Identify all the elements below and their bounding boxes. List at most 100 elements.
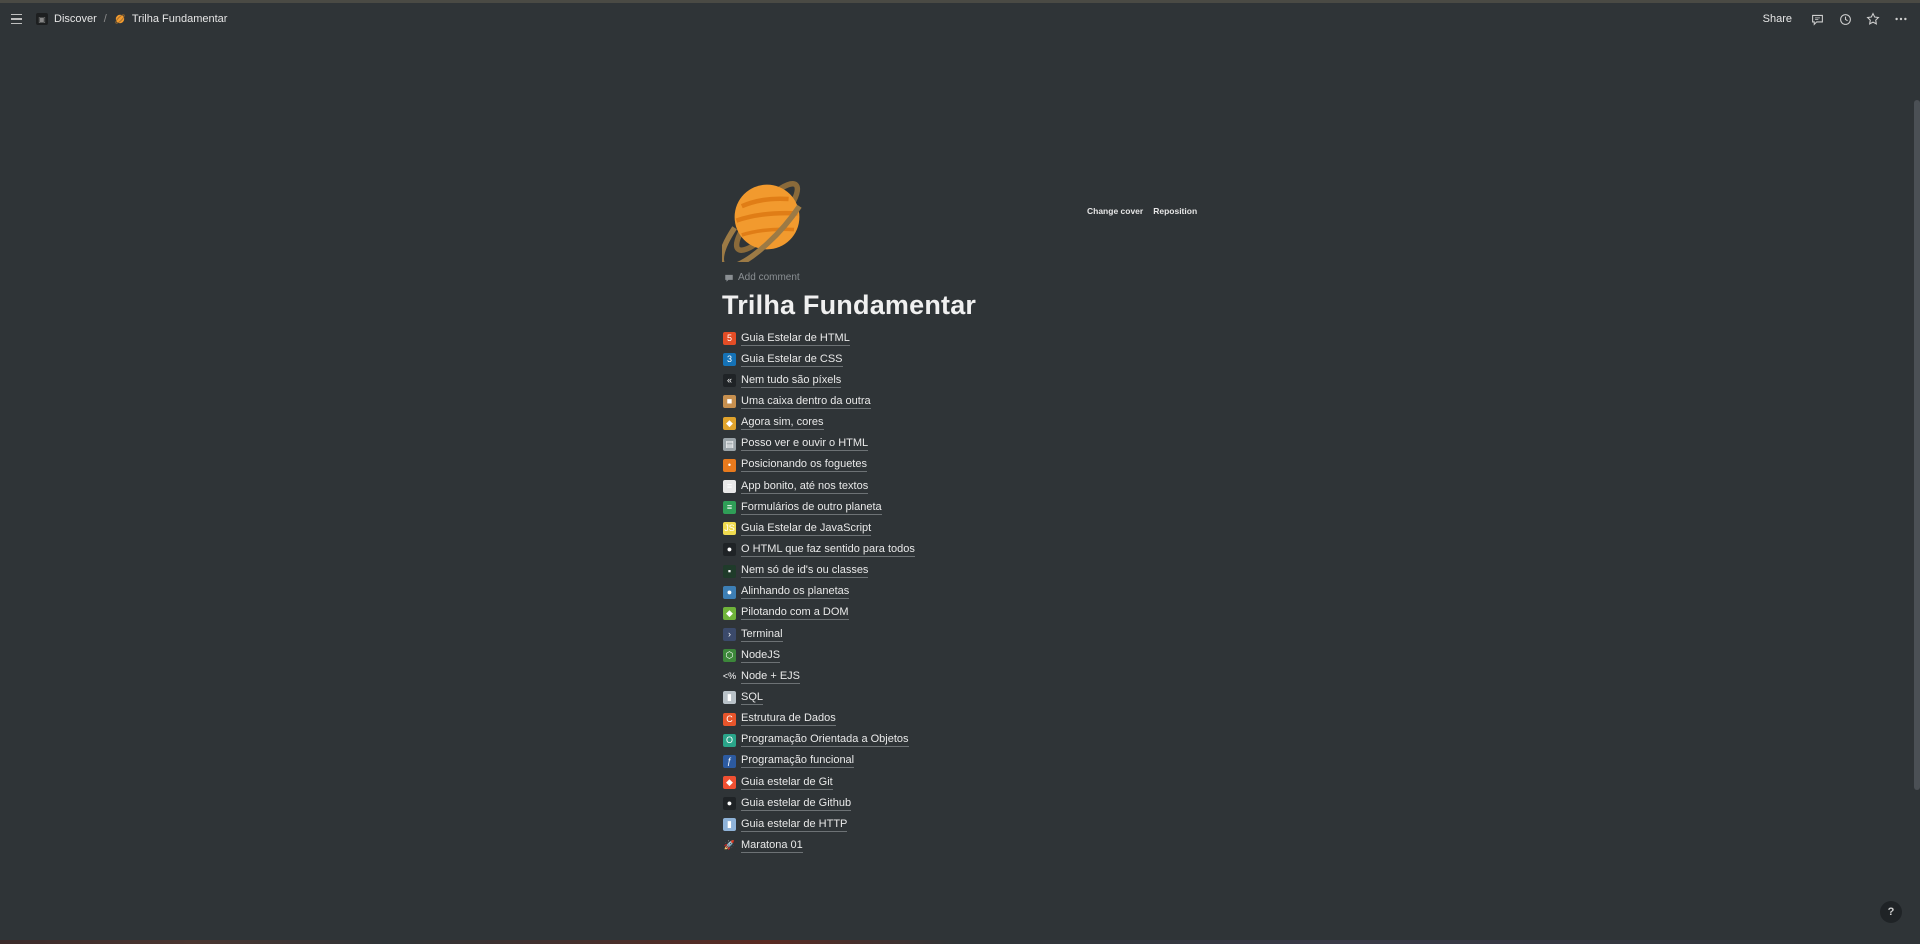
page-link-label: Estrutura de Dados	[741, 712, 836, 727]
page-link-label: Terminal	[741, 627, 783, 642]
page-link-label: Guia estelar de Github	[741, 796, 852, 811]
ejs-icon: <%	[722, 670, 737, 684]
functional-icon: ƒ	[723, 754, 736, 768]
page-link-item[interactable]: ▮ Guia estelar de HTTP	[723, 814, 915, 835]
terminal-green-icon: ▪	[723, 564, 736, 578]
cube-icon: ◆	[723, 606, 736, 620]
page-link-label: Programação Orientada a Objetos	[741, 733, 909, 748]
page-link-item[interactable]: 5 Guia Estelar de HTML	[723, 328, 915, 349]
breadcrumb-item-discover[interactable]: ▣ Discover	[30, 10, 103, 28]
page-link-label: Guia Estelar de HTML	[741, 331, 850, 346]
html5-icon: 5	[723, 332, 736, 346]
github-icon: ●	[723, 797, 736, 811]
box-icon: ■	[723, 395, 736, 409]
comment-icon	[725, 274, 733, 282]
page-link-item[interactable]: ≡ Formulários de outro planeta	[723, 497, 915, 518]
css3-icon: 3	[723, 353, 736, 367]
workspace-icon: ▣	[36, 13, 48, 25]
page-link-item[interactable]: ◆ Guia estelar de Git	[723, 772, 915, 793]
page-link-label: Pilotando com a DOM	[741, 606, 849, 621]
javascript-icon: JS	[723, 522, 736, 536]
page-link-item[interactable]: ◆ Agora sim, cores	[723, 413, 915, 434]
share-button[interactable]: Share	[1757, 10, 1798, 28]
page-link-label: Agora sim, cores	[741, 416, 824, 431]
breadcrumb-separator: /	[103, 13, 107, 25]
page-link-item[interactable]: ● Alinhando os planetas	[723, 582, 915, 603]
page-link-item[interactable]: ▮ SQL	[723, 687, 915, 708]
page-link-item[interactable]: ≡ App bonito, até nos textos	[723, 476, 915, 497]
page-link-label: Uma caixa dentro da outra	[741, 394, 871, 409]
page-link-item[interactable]: « Nem tudo são píxels	[723, 370, 915, 391]
page-link-label: Nem tudo são píxels	[741, 373, 842, 388]
ringed-planet-icon[interactable]	[722, 172, 812, 262]
top-bar: ▣ Discover / Trilha Fundamentar Share	[0, 3, 1920, 35]
reposition-button[interactable]: Reposition	[1149, 202, 1202, 220]
page-link-item[interactable]: ◆ Pilotando com a DOM	[723, 603, 915, 624]
page-link-label: Node + EJS	[741, 669, 801, 684]
nodejs-icon: ⬡	[723, 649, 736, 663]
change-cover-button[interactable]: Change cover	[1083, 202, 1148, 220]
breadcrumb-label: Discover	[54, 13, 97, 25]
topbar-actions: Share	[1757, 3, 1910, 35]
page-link-label: Guia Estelar de CSS	[741, 352, 843, 367]
oop-icon: O	[723, 733, 736, 747]
page-link-item[interactable]: 🚀 Maratona 01	[723, 835, 915, 856]
media-icon: ▤	[723, 437, 736, 451]
page-link-item[interactable]: ⬡ NodeJS	[723, 645, 915, 666]
page-link-item[interactable]: › Terminal	[723, 624, 915, 645]
page-link-item[interactable]: ▪ Nem só de id's ou classes	[723, 561, 915, 582]
page-link-label: Guia estelar de HTTP	[741, 817, 848, 832]
planet-icon: ●	[723, 585, 736, 599]
page-link-label: Maratona 01	[741, 838, 803, 853]
updates-clock-icon[interactable]	[1836, 10, 1854, 28]
page-link-item[interactable]: <% Node + EJS	[723, 666, 915, 687]
page-link-label: Nem só de id's ou classes	[741, 564, 869, 579]
page-link-item[interactable]: ● O HTML que faz sentido para todos	[723, 539, 915, 560]
page-link-item[interactable]: O Programação Orientada a Objetos	[723, 730, 915, 751]
page-link-item[interactable]: 3 Guia Estelar de CSS	[723, 349, 915, 370]
cover-controls: Change cover Reposition	[1083, 202, 1202, 220]
favorite-star-icon[interactable]	[1864, 10, 1882, 28]
database-icon: ▮	[723, 691, 736, 705]
scrollbar[interactable]	[1914, 100, 1920, 790]
breadcrumb: ▣ Discover / Trilha Fundamentar	[30, 10, 233, 28]
chevrons-left-icon: «	[723, 374, 736, 388]
taskbar-edge	[0, 940, 1920, 944]
page-link-label: Formulários de outro planeta	[741, 500, 882, 515]
page-link-label: Guia estelar de Git	[741, 775, 833, 790]
page-link-label: App bonito, até nos textos	[741, 479, 869, 494]
page-link-label: Guia Estelar de JavaScript	[741, 521, 872, 536]
page-link-item[interactable]: • Posicionando os foguetes	[723, 455, 915, 476]
add-comment-label: Add comment	[738, 272, 800, 283]
sidebar-toggle-menu-icon[interactable]	[8, 10, 26, 28]
add-comment-button[interactable]: Add comment	[724, 272, 800, 283]
page-link-item[interactable]: C Estrutura de Dados	[723, 709, 915, 730]
breadcrumb-item-current-page[interactable]: Trilha Fundamentar	[108, 10, 234, 28]
git-icon: ◆	[723, 776, 736, 790]
http-icon: ▮	[723, 818, 736, 832]
page-link-label: Programação funcional	[741, 754, 855, 769]
comments-icon[interactable]	[1808, 10, 1826, 28]
page-link-item[interactable]: ■ Uma caixa dentro da outra	[723, 391, 915, 412]
page-link-list: 5 Guia Estelar de HTML 3 Guia Estelar de CS…	[723, 328, 915, 857]
help-button[interactable]: ?	[1880, 901, 1902, 923]
more-dots-icon[interactable]	[1892, 10, 1910, 28]
page-link-item[interactable]: ● Guia estelar de Github	[723, 793, 915, 814]
page-link-item[interactable]: ƒ Programação funcional	[723, 751, 915, 772]
page-link-label: Posso ver e ouvir o HTML	[741, 437, 869, 452]
page-link-item[interactable]: JS Guia Estelar de JavaScript	[723, 518, 915, 539]
form-icon: ≡	[723, 501, 736, 515]
terminal-icon: ›	[723, 628, 736, 642]
page-link-label: SQL	[741, 690, 764, 705]
rocket-icon: 🚀	[723, 839, 736, 853]
page-link-item[interactable]: ▤ Posso ver e ouvir o HTML	[723, 434, 915, 455]
page-title[interactable]: Trilha Fundamentar	[722, 290, 976, 321]
page-link-label: O HTML que faz sentido para todos	[741, 542, 915, 557]
ringed-planet-icon	[115, 14, 125, 24]
page-link-label: Alinhando os planetas	[741, 585, 850, 600]
accessibility-icon: ●	[723, 543, 736, 557]
document-icon: ≡	[723, 480, 736, 494]
color-palette-icon: ◆	[723, 416, 736, 430]
page-link-label: Posicionando os foguetes	[741, 458, 867, 473]
rocket-dot-icon: •	[723, 458, 736, 472]
